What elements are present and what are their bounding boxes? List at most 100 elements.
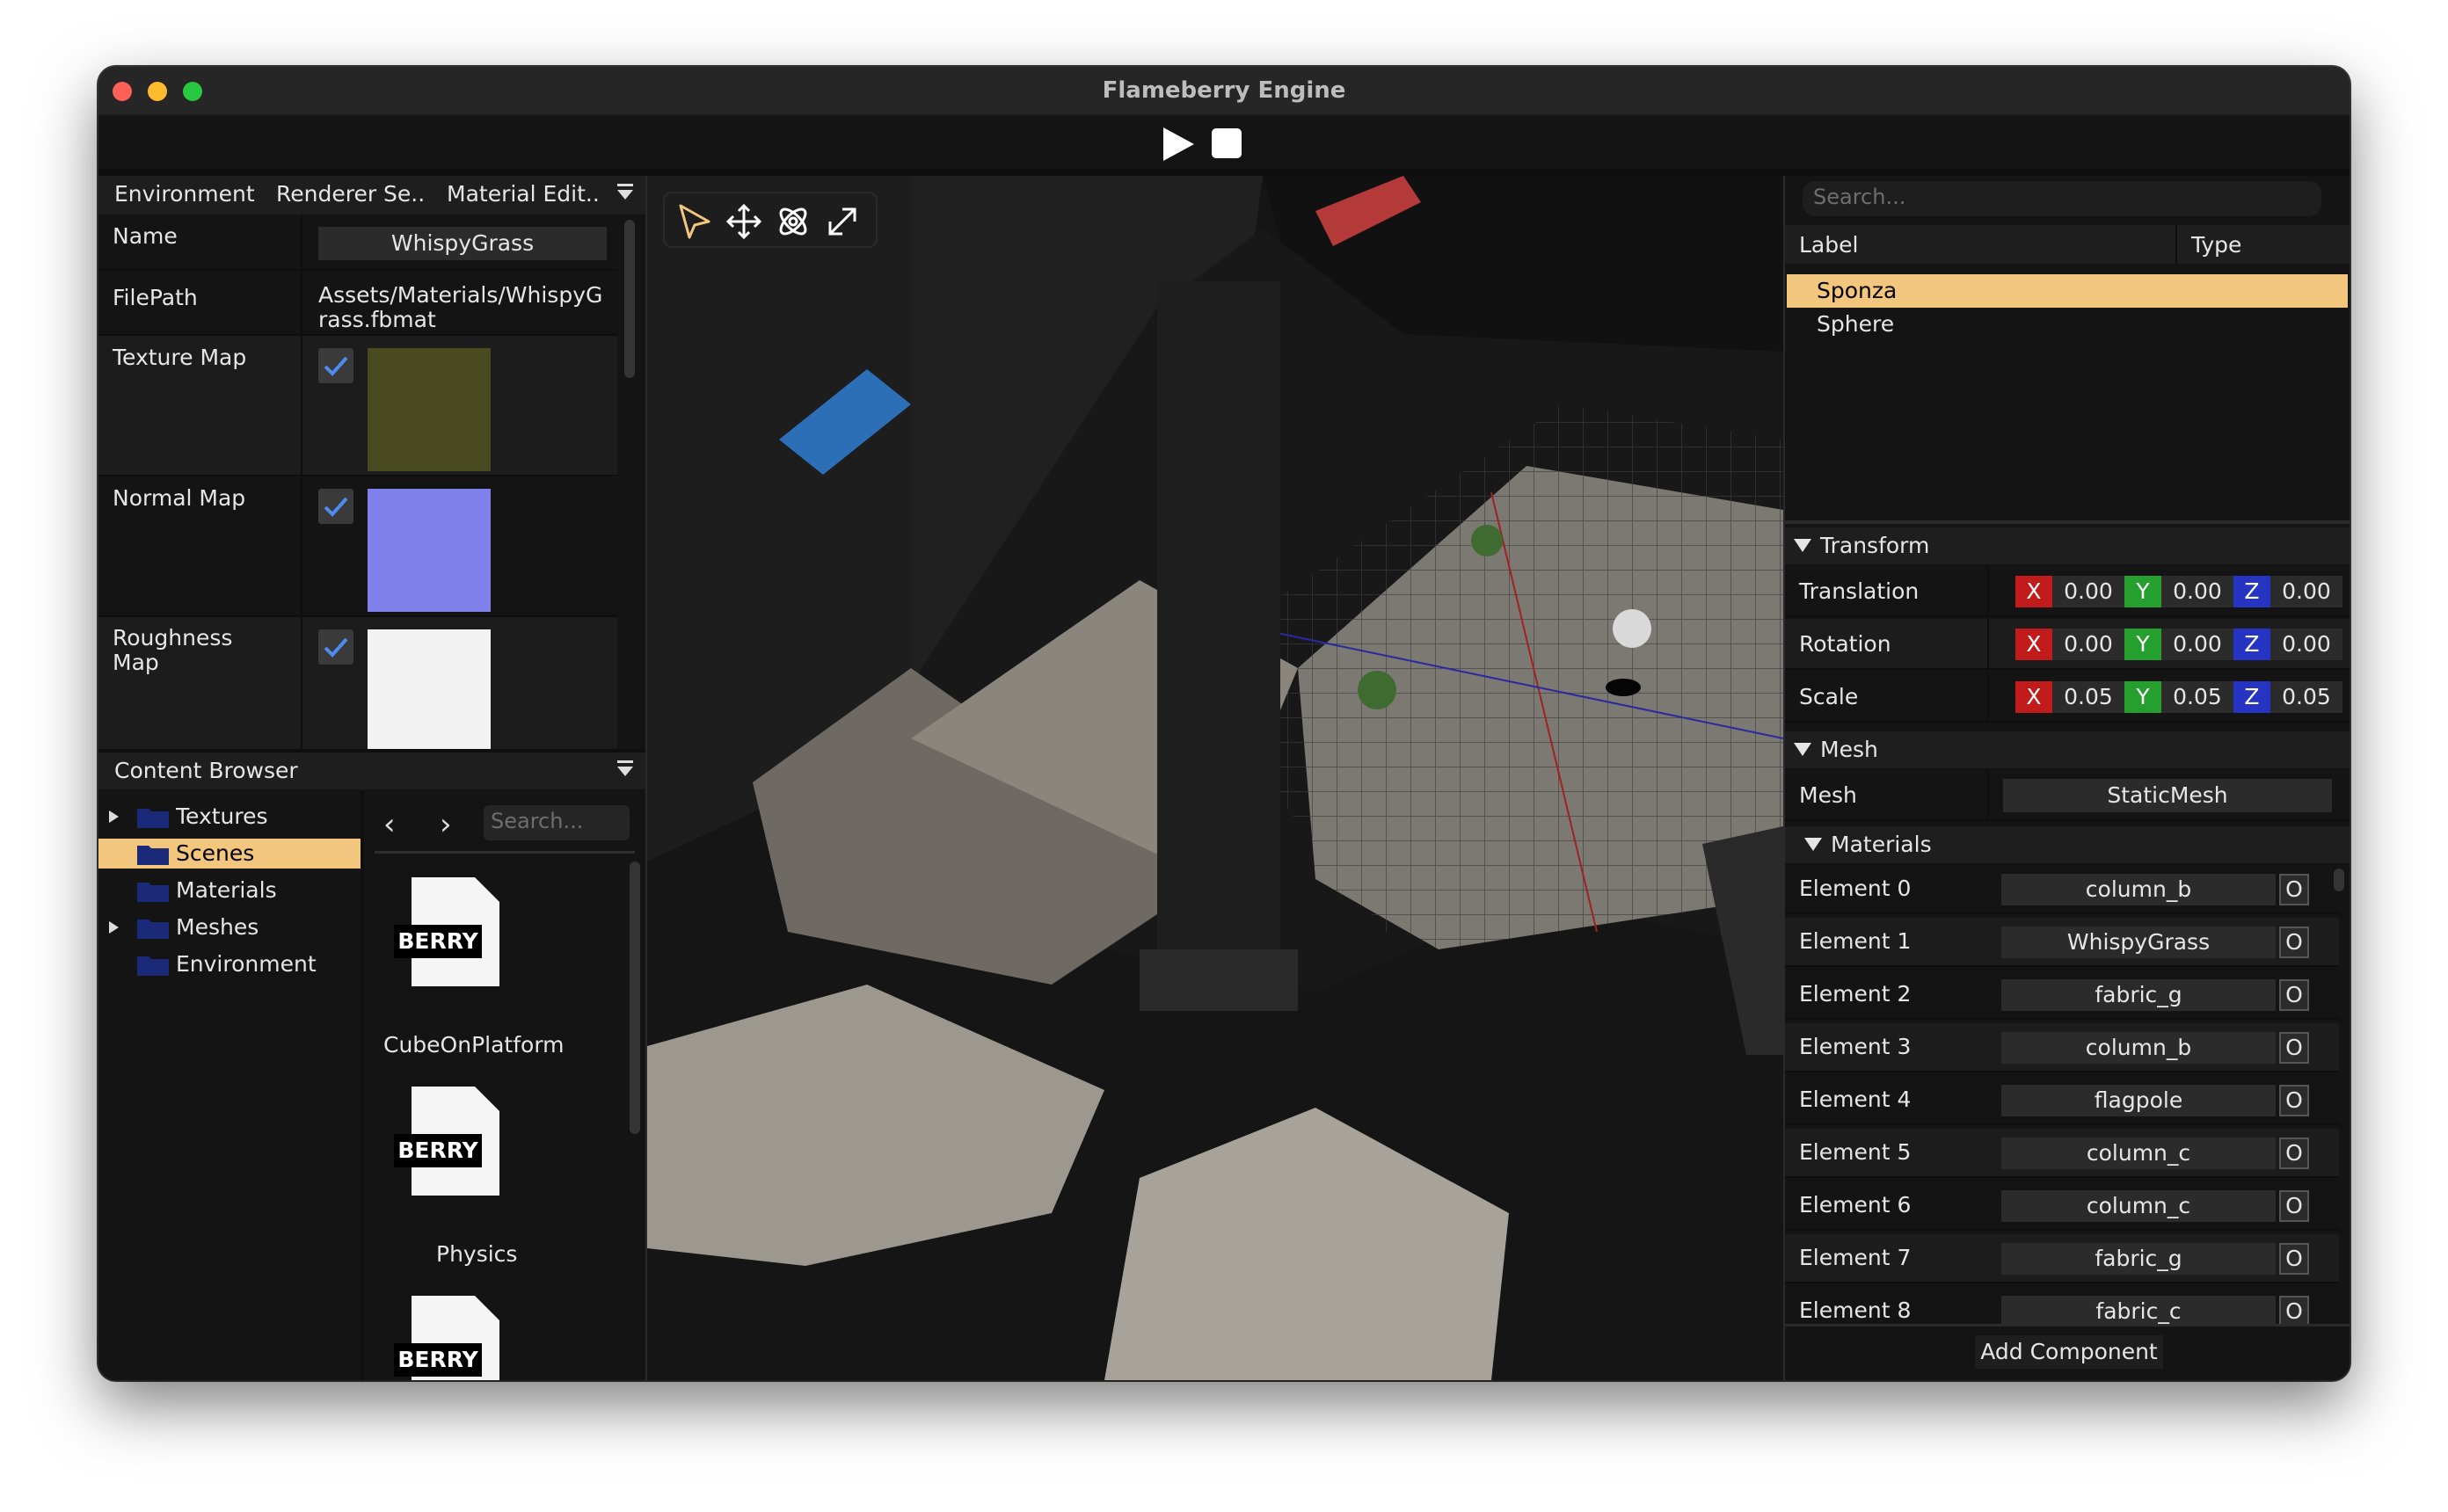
material-slot-field[interactable]: column_b: [2001, 1032, 2276, 1064]
z-axis-button[interactable]: Z: [2233, 576, 2270, 607]
material-reset-button[interactable]: O: [2279, 1190, 2309, 1222]
hierarchy-search-input[interactable]: Search...: [1803, 181, 2321, 216]
scale-icon[interactable]: [823, 202, 862, 241]
material-reset-button[interactable]: O: [2279, 1032, 2309, 1064]
folder-scenes[interactable]: Scenes: [98, 839, 361, 869]
back-icon[interactable]: ‹: [383, 807, 396, 842]
folder-meshes[interactable]: Meshes: [98, 912, 361, 942]
z-axis-button[interactable]: Z: [2233, 681, 2270, 713]
materials-scrollbar[interactable]: [2334, 869, 2344, 891]
folder-icon: [137, 883, 169, 902]
folder-textures[interactable]: Textures: [98, 802, 361, 832]
translation-z-field[interactable]: 0.00: [2270, 576, 2342, 607]
expand-arrow-icon[interactable]: [109, 921, 119, 934]
tab-menu-icon[interactable]: [617, 184, 633, 205]
play-icon[interactable]: [1161, 127, 1196, 162]
normal-map-preview[interactable]: [368, 489, 491, 612]
material-element-row: Element 0 column_b O: [1785, 865, 2339, 914]
y-axis-button[interactable]: Y: [2124, 681, 2161, 713]
translation-y-field[interactable]: 0.00: [2161, 576, 2233, 607]
rotation-z-field[interactable]: 0.00: [2270, 629, 2342, 660]
col-divider: [2175, 225, 2177, 264]
hierarchy-table-header: Label Type: [1785, 225, 2350, 264]
materials-header[interactable]: Materials: [1785, 826, 2350, 863]
normal-map-checkbox[interactable]: [318, 489, 353, 524]
x-axis-button[interactable]: X: [2015, 576, 2052, 607]
tab-renderer-settings[interactable]: Renderer Se..: [276, 181, 425, 207]
content-browser-menu-icon[interactable]: [617, 760, 633, 781]
scale-z-field[interactable]: 0.05: [2270, 681, 2342, 713]
x-axis-button[interactable]: X: [2015, 629, 2052, 660]
texture-map-row: Texture Map: [98, 336, 617, 476]
folder-materials[interactable]: Materials: [98, 876, 361, 905]
material-slot-field[interactable]: fabric_c: [2001, 1296, 2276, 1324]
material-slot-field[interactable]: column_c: [2001, 1190, 2276, 1222]
rotate-icon[interactable]: [774, 202, 812, 241]
rotation-x-field[interactable]: 0.00: [2052, 629, 2124, 660]
row-divider: [1987, 566, 1989, 617]
content-browser-title: Content Browser: [114, 758, 298, 783]
material-reset-button[interactable]: O: [2279, 979, 2309, 1011]
select-icon[interactable]: [675, 202, 714, 241]
stop-icon[interactable]: [1212, 128, 1242, 158]
asset-cubeonplatform[interactable]: BERRY: [394, 877, 517, 990]
asset-physics[interactable]: BERRY: [394, 1087, 517, 1199]
asset-search-input[interactable]: Search...: [484, 805, 630, 840]
y-axis-button[interactable]: Y: [2124, 629, 2161, 660]
rotation-y-field[interactable]: 0.00: [2161, 629, 2233, 660]
folder-environment[interactable]: Environment: [98, 949, 361, 979]
z-axis-button[interactable]: Z: [2233, 629, 2270, 660]
material-reset-button[interactable]: O: [2279, 1296, 2309, 1324]
row-divider: [1987, 770, 1989, 821]
material-editor-panel: Environment Renderer Se.. Material Edit.…: [98, 176, 645, 816]
asset-area-separator: [375, 851, 635, 854]
material-slot-field[interactable]: column_c: [2001, 1138, 2276, 1169]
expand-arrow-icon[interactable]: [109, 811, 119, 823]
roughness-map-checkbox[interactable]: [318, 629, 353, 665]
texture-map-preview[interactable]: [368, 348, 491, 471]
x-axis-button[interactable]: X: [2015, 681, 2052, 713]
move-icon[interactable]: [725, 202, 763, 241]
asset-third[interactable]: BERRY: [394, 1296, 517, 1380]
texture-map-checkbox[interactable]: [318, 348, 353, 383]
folder-icon: [137, 846, 169, 865]
entity-row-sphere[interactable]: Sphere: [1787, 308, 2348, 341]
y-axis-button[interactable]: Y: [2124, 576, 2161, 607]
entity-row-sponza[interactable]: Sponza: [1787, 274, 2348, 308]
tab-environment[interactable]: Environment: [114, 181, 255, 207]
translation-x-field[interactable]: 0.00: [2052, 576, 2124, 607]
mesh-selector-button[interactable]: StaticMesh: [2003, 779, 2332, 812]
collapse-arrow-icon[interactable]: [1804, 838, 1822, 851]
asset-scrollbar[interactable]: [630, 861, 640, 1134]
tab-material-editor[interactable]: Material Edit..: [447, 181, 600, 207]
scale-y-field[interactable]: 0.05: [2161, 681, 2233, 713]
mesh-header[interactable]: Mesh: [1785, 731, 2350, 768]
material-reset-button[interactable]: O: [2279, 927, 2309, 958]
collapse-arrow-icon[interactable]: [1794, 539, 1811, 552]
scale-x-field[interactable]: 0.05: [2052, 681, 2124, 713]
material-name-field[interactable]: WhispyGrass: [318, 227, 607, 260]
material-slot-field[interactable]: flagpole: [2001, 1085, 2276, 1116]
material-slot-field[interactable]: column_b: [2001, 874, 2276, 905]
material-element-row: Element 3 column_b O: [1785, 1023, 2339, 1072]
scale-row: Scale X 0.05 Y 0.05 Z 0.05: [1785, 672, 2350, 723]
roughness-map-row: Roughness Map: [98, 617, 617, 758]
transform-header[interactable]: Transform: [1785, 527, 2350, 564]
material-reset-button[interactable]: O: [2279, 1085, 2309, 1116]
material-reset-button[interactable]: O: [2279, 1243, 2309, 1275]
forward-icon[interactable]: ›: [440, 807, 452, 842]
scene-viewport[interactable]: [647, 176, 1783, 1380]
name-row: Name WhispyGrass: [98, 214, 617, 271]
roughness-map-preview[interactable]: [368, 629, 491, 752]
material-slot-field[interactable]: fabric_g: [2001, 979, 2276, 1011]
col-label-header[interactable]: Label: [1799, 232, 1858, 258]
add-component-button[interactable]: Add Component: [1975, 1335, 2163, 1369]
material-reset-button[interactable]: O: [2279, 1138, 2309, 1169]
material-slot-field[interactable]: fabric_g: [2001, 1243, 2276, 1275]
col-type-header[interactable]: Type: [2191, 232, 2241, 258]
material-slot-field[interactable]: WhispyGrass: [2001, 927, 2276, 958]
material-editor-scrollbar[interactable]: [624, 220, 635, 378]
collapse-arrow-icon[interactable]: [1794, 743, 1811, 756]
row-divider: [1987, 619, 1989, 670]
material-reset-button[interactable]: O: [2279, 874, 2309, 905]
